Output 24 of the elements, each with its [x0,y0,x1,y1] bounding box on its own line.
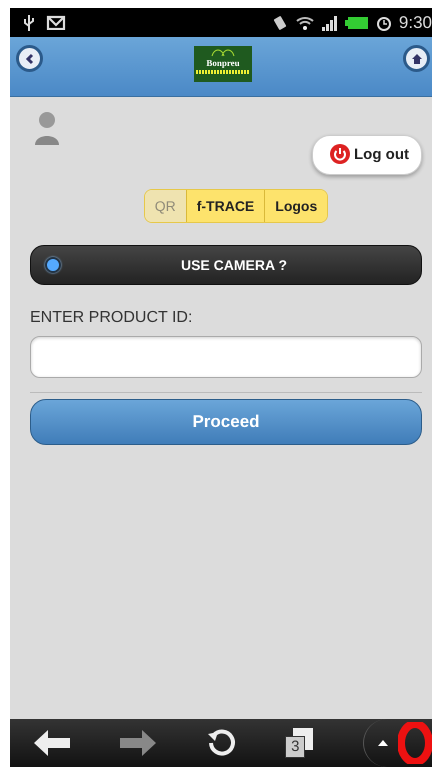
forward-arrow-icon[interactable] [120,730,156,756]
input-field[interactable] [30,336,422,378]
logout-button[interactable]: Log out [312,135,422,175]
back-arrow-icon[interactable] [34,730,70,756]
home-button[interactable] [403,45,430,72]
power-icon [329,143,352,165]
wifi-icon [294,14,315,30]
field-label: ENTER PRODUCT ID: [30,309,194,327]
mode-tab[interactable]: Logos [264,190,328,222]
reload-icon[interactable] [206,728,236,758]
opera-logo-icon [398,722,432,764]
battery-icon [344,16,369,30]
usb-icon [22,14,36,32]
camera-toggle[interactable]: USE CAMERA ? [30,245,422,285]
home-icon [410,52,422,64]
caret-icon [378,740,388,746]
mail-icon [46,15,66,30]
logo-text: Bonpreu [206,58,240,68]
back-icon [24,52,36,64]
back-button[interactable] [16,45,43,72]
menu-button[interactable] [363,719,432,767]
clock-time: 9:30 [398,12,432,32]
mode-tab[interactable]: f-TRACE [186,190,264,222]
signal-icon [320,14,339,30]
